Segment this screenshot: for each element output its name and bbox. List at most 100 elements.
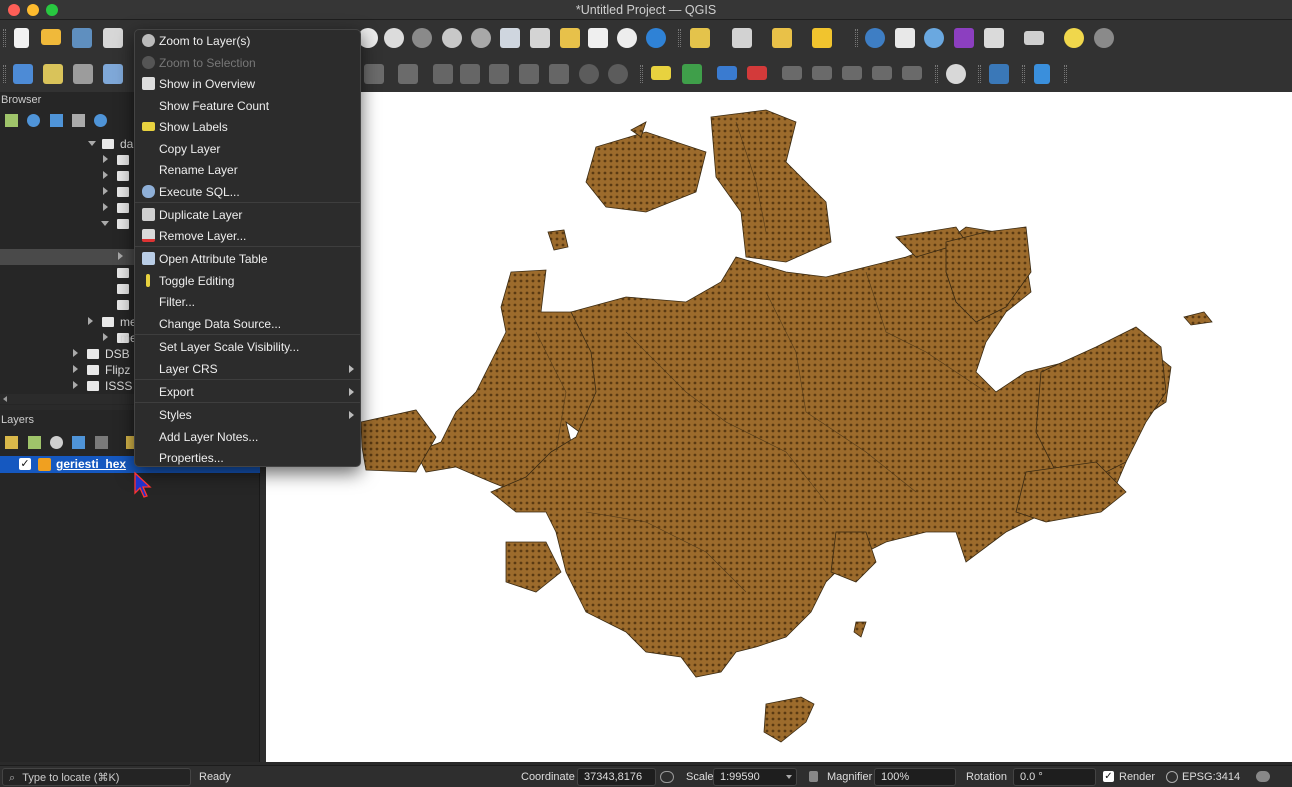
toolbar-grip[interactable] bbox=[3, 29, 6, 47]
new-project-icon[interactable] bbox=[14, 28, 29, 48]
menu-item-set-scale-visibility[interactable]: Set Layer Scale Visibility... bbox=[135, 336, 360, 357]
new-geopackage-icon[interactable] bbox=[43, 64, 63, 84]
menu-item-execute-sql[interactable]: Execute SQL... bbox=[135, 181, 360, 202]
locator-search-input[interactable]: ⌕ Type to locate (⌘K) bbox=[2, 768, 191, 786]
menu-item-copy-layer[interactable]: Copy Layer bbox=[135, 138, 360, 159]
messages-icon[interactable] bbox=[1256, 771, 1270, 782]
open-project-icon[interactable] bbox=[41, 29, 61, 45]
menu-item-add-layer-notes[interactable]: Add Layer Notes... bbox=[135, 426, 360, 447]
menu-item-styles[interactable]: Styles bbox=[135, 404, 360, 425]
digitize-icon[interactable] bbox=[398, 64, 418, 84]
add-selected-layers-icon[interactable] bbox=[5, 114, 18, 127]
deselect-features-icon[interactable] bbox=[772, 28, 792, 48]
toolbar-grip[interactable] bbox=[3, 65, 6, 83]
zoom-layer-icon[interactable] bbox=[500, 28, 520, 48]
rotate-label-icon[interactable] bbox=[812, 66, 832, 80]
paste-icon[interactable] bbox=[549, 64, 569, 84]
menu-item-duplicate-layer[interactable]: Duplicate Layer bbox=[135, 204, 360, 225]
lock-scale-icon[interactable] bbox=[809, 771, 818, 782]
toolbar-grip[interactable] bbox=[1064, 65, 1067, 83]
filter-expression-icon[interactable] bbox=[95, 436, 108, 449]
map-tips-icon[interactable] bbox=[1064, 28, 1084, 48]
rotation-spinbox[interactable]: 0.0 ° bbox=[1013, 768, 1096, 786]
processing-toolbox-icon[interactable] bbox=[924, 28, 944, 48]
toolbar-grip[interactable] bbox=[978, 65, 981, 83]
help-icon[interactable] bbox=[1034, 64, 1050, 84]
print-layout-icon[interactable] bbox=[103, 28, 123, 48]
select-by-value-icon[interactable] bbox=[732, 28, 752, 48]
new-scratch-layer-icon[interactable] bbox=[103, 64, 123, 84]
plugin-icon[interactable] bbox=[946, 64, 966, 84]
menu-item-zoom-to-layers[interactable]: Zoom to Layer(s) bbox=[135, 30, 360, 51]
toolbar-grip[interactable] bbox=[935, 65, 938, 83]
change-label-icon[interactable] bbox=[842, 66, 862, 80]
layer-diagram-icon[interactable] bbox=[682, 64, 702, 84]
zoom-in-icon[interactable] bbox=[358, 28, 378, 48]
toggle-extents-icon[interactable] bbox=[660, 771, 674, 783]
refresh-icon[interactable] bbox=[27, 114, 40, 127]
add-group-icon[interactable] bbox=[28, 436, 41, 449]
identify-icon[interactable] bbox=[865, 28, 885, 48]
attribute-table-icon[interactable] bbox=[895, 28, 915, 48]
cut-icon[interactable] bbox=[489, 64, 509, 84]
statistics-icon[interactable] bbox=[954, 28, 974, 48]
map-canvas[interactable] bbox=[266, 92, 1292, 762]
temporal-controller-icon[interactable] bbox=[617, 28, 637, 48]
vertex-tool-icon[interactable] bbox=[364, 64, 384, 84]
select-by-location-icon[interactable] bbox=[812, 28, 832, 48]
zoom-last-icon[interactable] bbox=[530, 28, 550, 48]
magnifier-spinbox[interactable]: 100% bbox=[874, 768, 956, 786]
delete-selected-icon[interactable] bbox=[460, 64, 480, 84]
zoom-out-icon[interactable] bbox=[384, 28, 404, 48]
properties-icon[interactable] bbox=[94, 114, 107, 127]
python-console-icon[interactable] bbox=[989, 64, 1009, 84]
pin-labels-icon[interactable] bbox=[717, 66, 737, 80]
menu-item-toggle-editing[interactable]: Toggle Editing bbox=[135, 270, 360, 291]
menu-item-show-feature-count[interactable]: Show Feature Count bbox=[135, 95, 360, 116]
refresh-icon[interactable] bbox=[646, 28, 666, 48]
menu-item-show-labels[interactable]: Show Labels bbox=[135, 116, 360, 137]
save-project-icon[interactable] bbox=[72, 28, 92, 48]
menu-item-rename-layer[interactable]: Rename Layer bbox=[135, 159, 360, 180]
filter-legend-icon[interactable] bbox=[72, 436, 85, 449]
copy-icon[interactable] bbox=[519, 64, 539, 84]
unpin-label-icon[interactable] bbox=[902, 66, 922, 80]
show-bookmarks-icon[interactable] bbox=[588, 28, 608, 48]
toolbar-grip[interactable] bbox=[855, 29, 858, 47]
crs-button[interactable]: EPSG:3414 bbox=[1182, 771, 1240, 783]
undo-icon[interactable] bbox=[579, 64, 599, 84]
style-manager-icon[interactable] bbox=[5, 436, 18, 449]
measure-icon[interactable] bbox=[1024, 31, 1044, 45]
redo-icon[interactable] bbox=[608, 64, 628, 84]
menu-item-change-data-source[interactable]: Change Data Source... bbox=[135, 313, 360, 334]
select-features-icon[interactable] bbox=[690, 28, 710, 48]
new-bookmark-icon[interactable] bbox=[560, 28, 580, 48]
settings-gear-icon[interactable] bbox=[1094, 28, 1114, 48]
move-label-icon[interactable] bbox=[782, 66, 802, 80]
collapse-all-icon[interactable] bbox=[72, 114, 85, 127]
toolbar-grip[interactable] bbox=[678, 29, 681, 47]
show-hide-labels-icon[interactable] bbox=[747, 66, 767, 80]
menu-item-export[interactable]: Export bbox=[135, 381, 360, 402]
menu-item-remove-layer[interactable]: Remove Layer... bbox=[135, 225, 360, 246]
menu-item-open-attribute-table[interactable]: Open Attribute Table bbox=[135, 248, 360, 269]
label-properties-icon[interactable] bbox=[872, 66, 892, 80]
layer-labeling-icon[interactable] bbox=[651, 66, 671, 80]
menu-item-layer-crs[interactable]: Layer CRS bbox=[135, 358, 360, 379]
layer-visibility-checkbox[interactable]: ✓ bbox=[19, 458, 31, 470]
menu-item-show-in-overview[interactable]: Show in Overview bbox=[135, 73, 360, 94]
new-shapefile-icon[interactable] bbox=[73, 64, 93, 84]
data-source-manager-icon[interactable] bbox=[13, 64, 33, 84]
menu-item-properties[interactable]: Properties... bbox=[135, 447, 360, 468]
open-table-icon[interactable] bbox=[984, 28, 1004, 48]
menu-item-filter[interactable]: Filter... bbox=[135, 291, 360, 312]
coordinate-field[interactable]: 37343,8176 bbox=[577, 768, 656, 786]
menu-item-zoom-to-selection[interactable]: Zoom to Selection bbox=[135, 52, 360, 73]
scale-field[interactable]: 1:99590 bbox=[713, 768, 797, 786]
render-checkbox[interactable]: ✓ bbox=[1103, 771, 1114, 782]
toolbar-grip[interactable] bbox=[640, 65, 643, 83]
filter-browser-icon[interactable] bbox=[50, 114, 63, 127]
move-feature-icon[interactable] bbox=[433, 64, 453, 84]
toolbar-grip[interactable] bbox=[1022, 65, 1025, 83]
visibility-eye-icon[interactable] bbox=[50, 436, 63, 449]
